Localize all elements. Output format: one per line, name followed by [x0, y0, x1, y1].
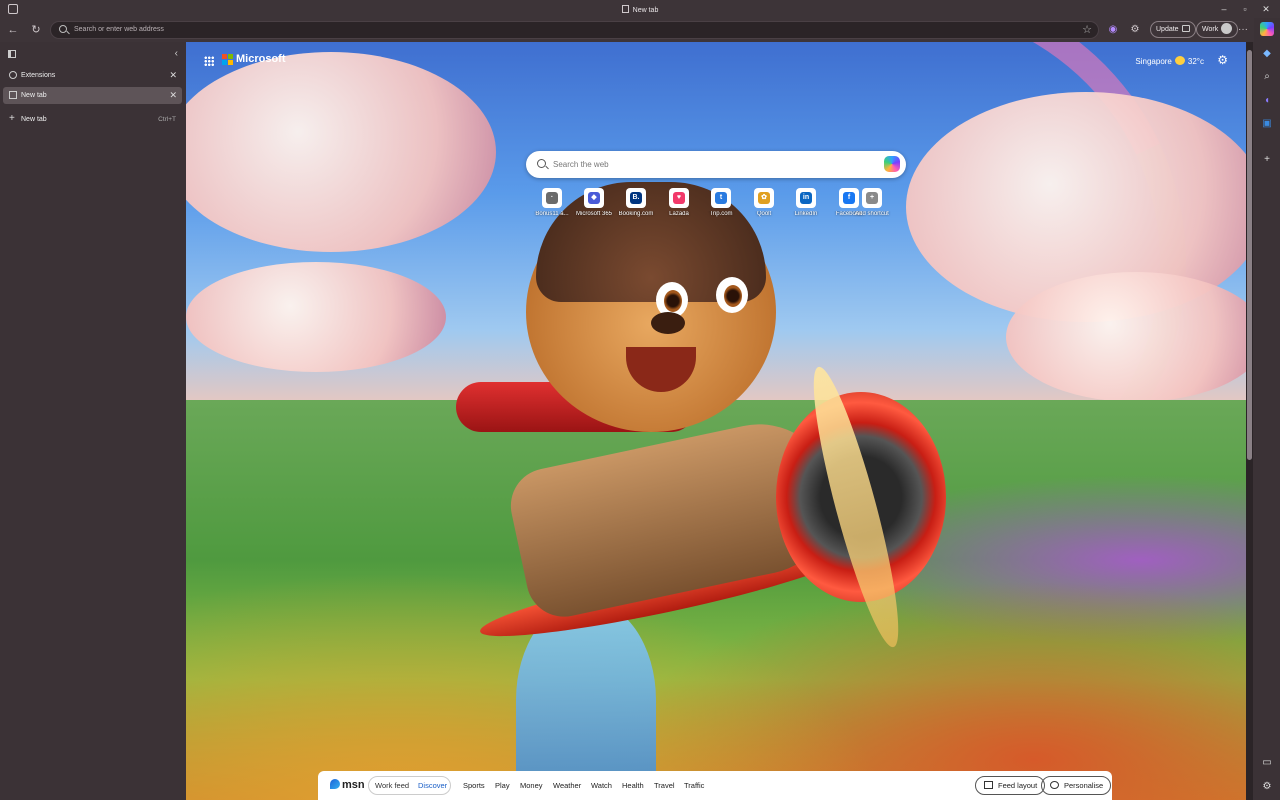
tabs-pane-header: ‹: [0, 48, 186, 62]
msn-nav-weather[interactable]: Weather: [553, 781, 581, 790]
msn-nav-travel[interactable]: Travel: [654, 781, 675, 790]
shopping-icon[interactable]: ◆: [1260, 47, 1274, 61]
search-icon: [537, 159, 546, 168]
edge-sidebar: ◆ ⌕ ◖ ▣ + ▭ ⚙: [1254, 18, 1280, 800]
back-arrow-icon[interactable]: ←: [6, 23, 20, 37]
msn-butterfly-icon: [330, 779, 340, 789]
new-tab-button[interactable]: + New tab Ctrl+T: [3, 112, 182, 127]
tab-new-tab[interactable]: New tab ✕: [3, 87, 182, 104]
new-tab-shortcut: Ctrl+T: [158, 116, 176, 123]
address-bar[interactable]: Search or enter web address ☆: [50, 21, 1099, 39]
vertical-tabs-pane: ‹ Extensions ✕ New tab ✕ + New tab Ctrl+…: [0, 42, 186, 800]
close-window-button[interactable]: ✕: [1258, 2, 1274, 16]
add-shortcut-button[interactable]: + Add shortcut: [850, 188, 894, 220]
layout-icon: [984, 781, 993, 789]
sunny-icon: [1174, 56, 1185, 65]
quick-link[interactable]: in LinkedIn: [784, 188, 828, 220]
bear-eye: [716, 277, 748, 313]
update-icon: [1181, 25, 1190, 32]
feed-toggle: Work feed Discover: [368, 776, 451, 795]
copilot-icon[interactable]: [884, 156, 900, 172]
refresh-icon[interactable]: ↻: [29, 23, 43, 37]
title-bar: New tab – ▫ ✕: [0, 0, 1280, 18]
msn-nav-money[interactable]: Money: [520, 781, 543, 790]
quick-links: · Bonus11 a... ◆ Microsoft 365 B. Booking.c…: [530, 188, 900, 220]
msn-nav-traffic[interactable]: Traffic: [684, 781, 704, 790]
feed-layout-button[interactable]: Feed layout: [975, 776, 1046, 795]
bear-nose: [651, 312, 685, 334]
personalise-button[interactable]: Personalise: [1041, 776, 1112, 795]
update-button[interactable]: Update: [1150, 21, 1196, 38]
quick-link[interactable]: t Trip.com: [699, 188, 743, 220]
close-tab-icon[interactable]: ✕: [169, 70, 177, 81]
new-tab-label: New tab: [21, 116, 47, 123]
quick-link-icon: ◆: [584, 188, 604, 208]
work-feed-tab[interactable]: Work feed: [375, 781, 409, 790]
new-tab-page: Microsoft Singapore 32°c ⚙ Search the web…: [186, 42, 1246, 800]
scrollbar-thumb[interactable]: [1247, 50, 1252, 460]
linkedin-icon: in: [796, 188, 816, 208]
page-icon: [621, 5, 629, 13]
copilot-extension-icon[interactable]: ◉: [1107, 24, 1119, 36]
search-placeholder: Search the web: [553, 160, 609, 169]
background-cloud: [186, 52, 496, 252]
weather-widget[interactable]: Singapore 32°c: [1135, 56, 1204, 66]
window-title: New tab: [0, 5, 1280, 14]
quick-link-icon: t: [711, 188, 731, 208]
quick-link[interactable]: B. Booking.com: [614, 188, 658, 220]
close-tab-icon[interactable]: ✕: [169, 90, 177, 101]
msn-feed-bar: msn Work feed Discover Sports Play Money…: [318, 771, 1112, 800]
microsoft-logo-icon: [222, 54, 233, 65]
m365-icon[interactable]: ◖: [1260, 94, 1274, 108]
add-sidebar-app-icon[interactable]: +: [1260, 153, 1274, 167]
msn-nav-health[interactable]: Health: [622, 781, 644, 790]
outlook-icon[interactable]: ▣: [1260, 117, 1274, 131]
gear-icon[interactable]: ⚙: [1217, 53, 1228, 67]
quick-link-icon: ·: [542, 188, 562, 208]
screenshot-icon[interactable]: ▭: [1260, 756, 1274, 770]
msn-logo[interactable]: msn: [330, 779, 365, 791]
tab-label: New tab: [21, 92, 47, 99]
tab-extensions[interactable]: Extensions ✕: [3, 67, 182, 84]
msn-nav-play[interactable]: Play: [495, 781, 510, 790]
copilot-icon[interactable]: [1260, 22, 1274, 36]
msn-nav-sports[interactable]: Sports: [463, 781, 485, 790]
weather-city: Singapore: [1135, 57, 1172, 66]
plus-icon: +: [9, 113, 15, 124]
app-launcher-icon[interactable]: [204, 56, 214, 66]
more-menu-button[interactable]: ···: [1237, 24, 1249, 36]
msn-nav-watch[interactable]: Watch: [591, 781, 612, 790]
collapse-pane-icon[interactable]: ‹: [175, 48, 178, 59]
web-search-box[interactable]: Search the web: [526, 151, 906, 178]
quick-link-icon: ✿: [754, 188, 774, 208]
discover-tab[interactable]: Discover: [418, 781, 447, 790]
favorite-star-icon[interactable]: ☆: [1082, 23, 1092, 36]
background-bear: [516, 172, 796, 532]
profile-button[interactable]: Work: [1196, 21, 1239, 38]
toolbar: ← ↻ Search or enter web address ☆ ◉ ⚙ Up…: [0, 18, 1280, 42]
plus-icon: +: [862, 188, 882, 208]
sidebar-settings-icon[interactable]: ⚙: [1260, 780, 1274, 794]
weather-temp: 32°c: [1187, 57, 1204, 66]
quick-link-icon: ♥: [669, 188, 689, 208]
search-icon[interactable]: ⌕: [1260, 70, 1274, 84]
search-icon: [59, 25, 67, 33]
tab-actions-icon[interactable]: [8, 50, 16, 58]
page-scrollbar[interactable]: [1246, 42, 1253, 800]
avatar: [1221, 23, 1233, 34]
address-placeholder: Search or enter web address: [74, 26, 164, 33]
tab-label: Extensions: [21, 72, 56, 79]
new-tab-page-icon: [9, 91, 17, 99]
background-cloud: [186, 262, 446, 372]
personalise-icon: [1050, 781, 1059, 789]
extensions-icon[interactable]: ⚙: [1129, 24, 1141, 36]
microsoft-brand: Microsoft: [236, 53, 286, 65]
quick-link-icon: B.: [626, 188, 646, 208]
restore-button[interactable]: ▫: [1237, 2, 1253, 16]
minimize-button[interactable]: –: [1216, 2, 1232, 16]
extensions-tab-icon: [9, 71, 17, 79]
